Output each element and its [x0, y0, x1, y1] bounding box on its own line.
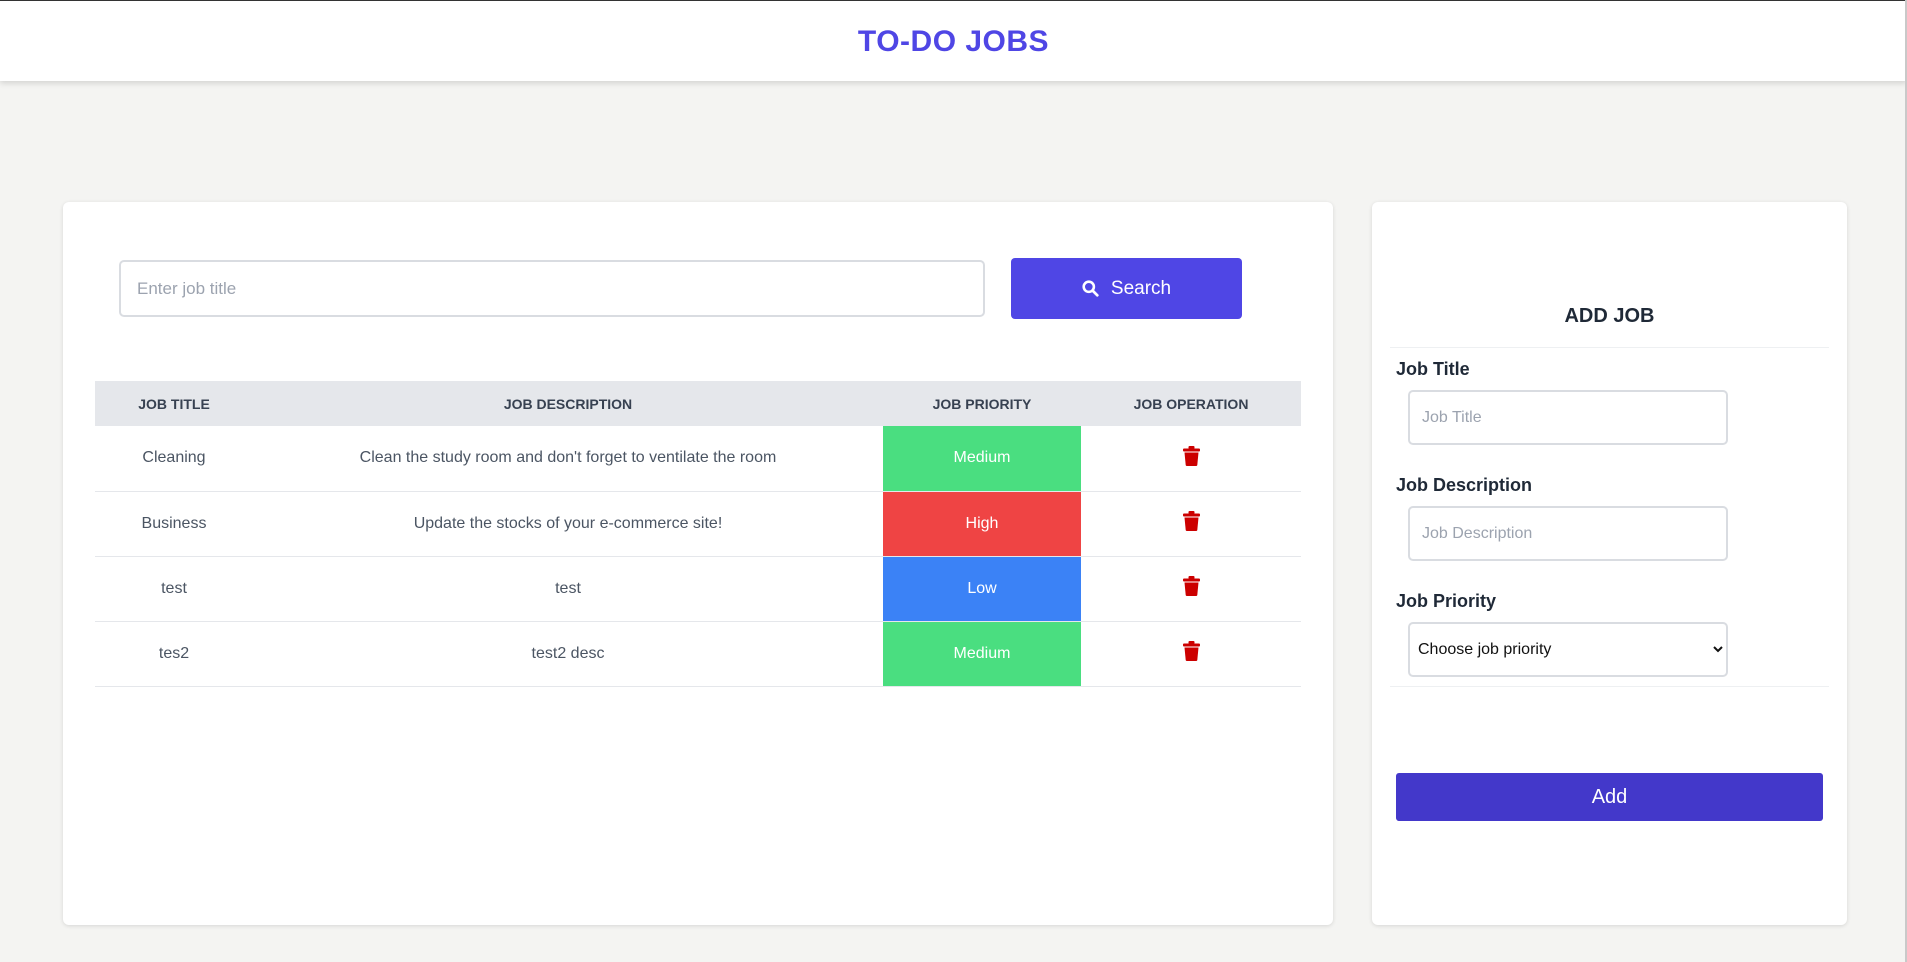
- header-job-priority: JOB PRIORITY: [883, 381, 1081, 426]
- table-row: Business Update the stocks of your e-com…: [95, 491, 1301, 557]
- priority-badge: Medium: [883, 426, 1081, 492]
- table-row: Cleaning Clean the study room and don't …: [95, 426, 1301, 492]
- search-button[interactable]: Search: [1011, 258, 1242, 319]
- job-description-cell: test: [253, 556, 883, 622]
- job-description-field[interactable]: [1408, 506, 1728, 561]
- trash-icon[interactable]: [1182, 511, 1200, 536]
- search-input[interactable]: [119, 260, 985, 317]
- job-title-cell: Cleaning: [95, 426, 253, 492]
- trash-icon[interactable]: [1182, 576, 1200, 601]
- job-description-cell: Clean the study room and don't forget to…: [253, 426, 883, 492]
- operation-cell: [1081, 621, 1301, 687]
- job-priority-select[interactable]: Choose job priority: [1408, 622, 1728, 677]
- priority-badge: Medium: [883, 621, 1081, 687]
- operation-cell: [1081, 426, 1301, 492]
- search-icon: [1082, 280, 1099, 297]
- jobs-table: JOB TITLE JOB DESCRIPTION JOB PRIORITY J…: [95, 381, 1301, 687]
- search-button-label: Search: [1110, 277, 1172, 299]
- job-title-cell: test: [95, 556, 253, 622]
- jobs-panel: Search JOB TITLE JOB DESCRIPTION JOB PRI…: [63, 202, 1333, 925]
- form-divider: [1390, 686, 1829, 687]
- add-job-heading: ADD JOB: [1390, 294, 1829, 348]
- table-row: tes2 test2 desc Medium: [95, 621, 1301, 687]
- priority-badge: Low: [883, 556, 1081, 622]
- table-row: test test Low: [95, 556, 1301, 622]
- job-description-label: Job Description: [1396, 475, 1533, 495]
- job-title-field[interactable]: [1408, 390, 1728, 445]
- table-header-row: JOB TITLE JOB DESCRIPTION JOB PRIORITY J…: [95, 381, 1301, 426]
- trash-icon[interactable]: [1182, 445, 1200, 471]
- page-title: TO-DO JOBS: [857, 25, 1050, 58]
- trash-icon[interactable]: [1182, 641, 1200, 666]
- job-priority-label: Job Priority: [1396, 591, 1497, 611]
- add-job-panel: ADD JOB Job Title Job Description Job Pr…: [1372, 202, 1847, 925]
- header-job-title: JOB TITLE: [95, 381, 253, 426]
- operation-cell: [1081, 556, 1301, 622]
- priority-badge: High: [883, 491, 1081, 557]
- job-title-label: Job Title: [1396, 359, 1470, 379]
- job-title-cell: tes2: [95, 621, 253, 687]
- job-description-cell: Update the stocks of your e-commerce sit…: [253, 491, 883, 557]
- job-description-cell: test2 desc: [253, 621, 883, 687]
- header-job-description: JOB DESCRIPTION: [253, 381, 883, 426]
- operation-cell: [1081, 491, 1301, 557]
- app-header: TO-DO JOBS: [0, 0, 1907, 81]
- header-job-operation: JOB OPERATION: [1081, 381, 1301, 426]
- job-title-cell: Business: [95, 491, 253, 557]
- add-job-button[interactable]: Add: [1396, 773, 1823, 821]
